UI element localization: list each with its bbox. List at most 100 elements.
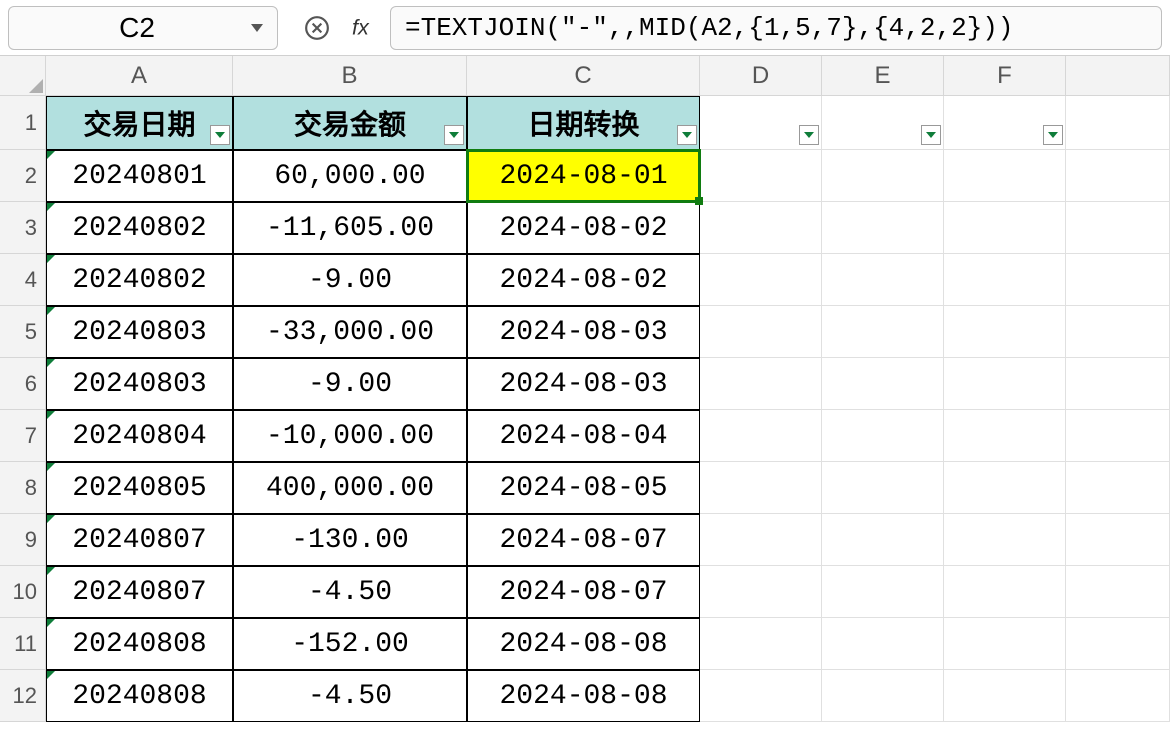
cell-A4[interactable]: 20240802 <box>46 254 233 306</box>
cell-E3[interactable] <box>822 202 944 254</box>
cell-B4[interactable]: -9.00 <box>233 254 467 306</box>
cell-F11[interactable] <box>944 618 1066 670</box>
cell-C12[interactable]: 2024-08-08 <box>467 670 700 722</box>
col-header-D[interactable]: D <box>700 56 822 96</box>
cell-C8[interactable]: 2024-08-05 <box>467 462 700 514</box>
row-header-12[interactable]: 12 <box>0 670 46 722</box>
filter-button[interactable] <box>444 125 464 145</box>
cell-F1[interactable] <box>944 96 1066 150</box>
cell-blank-11[interactable] <box>1066 618 1170 670</box>
cell-F8[interactable] <box>944 462 1066 514</box>
cell-blank-8[interactable] <box>1066 462 1170 514</box>
cell-B7[interactable]: -10,000.00 <box>233 410 467 462</box>
cell-C5[interactable]: 2024-08-03 <box>467 306 700 358</box>
cell-D6[interactable] <box>700 358 822 410</box>
cell-B1[interactable]: 交易金额 <box>233 96 467 150</box>
cell-A7[interactable]: 20240804 <box>46 410 233 462</box>
cell-D9[interactable] <box>700 514 822 566</box>
cell-F9[interactable] <box>944 514 1066 566</box>
cell-blank-2[interactable] <box>1066 150 1170 202</box>
cell-A10[interactable]: 20240807 <box>46 566 233 618</box>
cell-B2[interactable]: 60,000.00 <box>233 150 467 202</box>
row-header-2[interactable]: 2 <box>0 150 46 202</box>
cell-E7[interactable] <box>822 410 944 462</box>
cell-blank-6[interactable] <box>1066 358 1170 410</box>
cell-B3[interactable]: -11,605.00 <box>233 202 467 254</box>
cell-C11[interactable]: 2024-08-08 <box>467 618 700 670</box>
row-header-9[interactable]: 9 <box>0 514 46 566</box>
cell-F5[interactable] <box>944 306 1066 358</box>
filter-button[interactable] <box>921 125 941 145</box>
col-header-C[interactable]: C <box>467 56 700 96</box>
cell-D2[interactable] <box>700 150 822 202</box>
cell-B11[interactable]: -152.00 <box>233 618 467 670</box>
cell-blank-1[interactable] <box>1066 96 1170 150</box>
col-header-A[interactable]: A <box>46 56 233 96</box>
cell-A3[interactable]: 20240802 <box>46 202 233 254</box>
row-header-4[interactable]: 4 <box>0 254 46 306</box>
cell-F7[interactable] <box>944 410 1066 462</box>
col-header-E[interactable]: E <box>822 56 944 96</box>
name-box[interactable]: C2 <box>8 6 278 50</box>
row-header-5[interactable]: 5 <box>0 306 46 358</box>
cell-E2[interactable] <box>822 150 944 202</box>
row-header-10[interactable]: 10 <box>0 566 46 618</box>
cell-C7[interactable]: 2024-08-04 <box>467 410 700 462</box>
cell-blank-4[interactable] <box>1066 254 1170 306</box>
cell-B12[interactable]: -4.50 <box>233 670 467 722</box>
cell-D4[interactable] <box>700 254 822 306</box>
row-header-8[interactable]: 8 <box>0 462 46 514</box>
cell-A5[interactable]: 20240803 <box>46 306 233 358</box>
cell-F10[interactable] <box>944 566 1066 618</box>
cell-B8[interactable]: 400,000.00 <box>233 462 467 514</box>
filter-button[interactable] <box>1043 125 1063 145</box>
row-header-11[interactable]: 11 <box>0 618 46 670</box>
cell-B9[interactable]: -130.00 <box>233 514 467 566</box>
cell-blank-9[interactable] <box>1066 514 1170 566</box>
worksheet-grid[interactable]: A B C D E F 1 交易日期 交易金额 日期转换 2 20240801 … <box>0 56 1170 722</box>
cell-C4[interactable]: 2024-08-02 <box>467 254 700 306</box>
cell-E10[interactable] <box>822 566 944 618</box>
chevron-down-icon[interactable] <box>251 24 263 32</box>
formula-input[interactable]: =TEXTJOIN("-",,MID(A2,{1,5,7},{4,2,2})) <box>390 6 1162 50</box>
cell-E11[interactable] <box>822 618 944 670</box>
cell-D12[interactable] <box>700 670 822 722</box>
cell-C1[interactable]: 日期转换 <box>467 96 700 150</box>
col-header-F[interactable]: F <box>944 56 1066 96</box>
cell-D3[interactable] <box>700 202 822 254</box>
row-header-1[interactable]: 1 <box>0 96 46 150</box>
fx-icon[interactable]: fx <box>352 15 378 41</box>
cell-A2[interactable]: 20240801 <box>46 150 233 202</box>
cell-blank-3[interactable] <box>1066 202 1170 254</box>
cell-E6[interactable] <box>822 358 944 410</box>
cell-E1[interactable] <box>822 96 944 150</box>
cell-D11[interactable] <box>700 618 822 670</box>
cell-blank-5[interactable] <box>1066 306 1170 358</box>
cancel-formula-icon[interactable] <box>304 15 330 41</box>
cell-D5[interactable] <box>700 306 822 358</box>
filter-button[interactable] <box>210 125 230 145</box>
cell-C2[interactable]: 2024-08-01 <box>467 150 700 202</box>
select-all-corner[interactable] <box>0 56 46 96</box>
cell-D8[interactable] <box>700 462 822 514</box>
cell-D7[interactable] <box>700 410 822 462</box>
cell-A6[interactable]: 20240803 <box>46 358 233 410</box>
cell-A9[interactable]: 20240807 <box>46 514 233 566</box>
cell-E9[interactable] <box>822 514 944 566</box>
cell-F6[interactable] <box>944 358 1066 410</box>
cell-blank-12[interactable] <box>1066 670 1170 722</box>
cell-A11[interactable]: 20240808 <box>46 618 233 670</box>
cell-F3[interactable] <box>944 202 1066 254</box>
cell-A12[interactable]: 20240808 <box>46 670 233 722</box>
col-header-B[interactable]: B <box>233 56 467 96</box>
cell-B5[interactable]: -33,000.00 <box>233 306 467 358</box>
filter-button[interactable] <box>799 125 819 145</box>
cell-B10[interactable]: -4.50 <box>233 566 467 618</box>
cell-D10[interactable] <box>700 566 822 618</box>
cell-blank-7[interactable] <box>1066 410 1170 462</box>
cell-F2[interactable] <box>944 150 1066 202</box>
cell-blank-10[interactable] <box>1066 566 1170 618</box>
cell-C3[interactable]: 2024-08-02 <box>467 202 700 254</box>
filter-button[interactable] <box>677 125 697 145</box>
cell-B6[interactable]: -9.00 <box>233 358 467 410</box>
